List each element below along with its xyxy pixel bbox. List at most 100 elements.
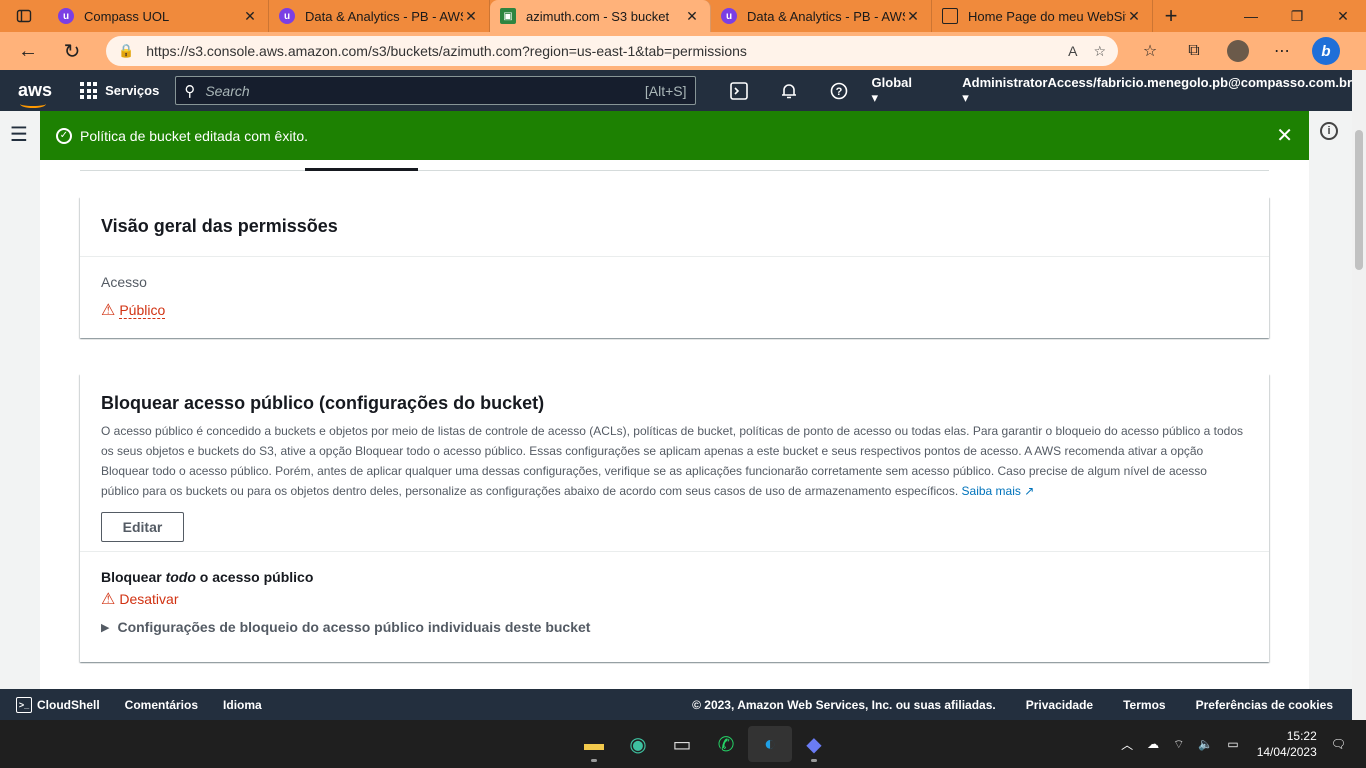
page-scrollbar[interactable] xyxy=(1352,70,1366,720)
file-explorer-icon[interactable]: ▬ xyxy=(572,726,616,762)
cloudshell-icon[interactable] xyxy=(714,81,764,100)
cookie-preferences-link[interactable]: Preferências de cookies xyxy=(1196,698,1333,712)
window-controls: — ❐ ✕ xyxy=(1228,0,1366,32)
whatsapp-icon[interactable]: ✆ xyxy=(704,726,748,762)
search-icon: ⚲ xyxy=(184,82,196,100)
profile-avatar[interactable] xyxy=(1216,40,1260,62)
close-icon[interactable]: ✕ xyxy=(463,8,479,25)
privacy-link[interactable]: Privacidade xyxy=(1026,698,1093,712)
heading-emphasis: todo xyxy=(165,569,196,585)
cloudshell-button[interactable]: >_ CloudShell xyxy=(16,696,100,713)
cloudshell-label: CloudShell xyxy=(37,697,100,712)
restore-icon[interactable]: ❐ xyxy=(1274,0,1320,32)
search-input[interactable]: ⚲ Search [Alt+S] xyxy=(175,76,696,105)
copyright-text: © 2023, Amazon Web Services, Inc. ou sua… xyxy=(692,697,996,712)
close-icon[interactable]: ✕ xyxy=(684,8,700,25)
aws-logo[interactable]: aws xyxy=(0,80,66,108)
windows-taskbar: ▬ ◉ ▭ ✆ ◐ ◆ ︿ ☁ ⌔ 🔈 ▭ 15:22 14/04/2023 🗨 xyxy=(0,720,1366,768)
wifi-icon[interactable]: ⌔ xyxy=(1173,737,1184,752)
region-selector[interactable]: Global ▾ xyxy=(872,75,921,106)
caret-down-icon: ▾ xyxy=(871,90,879,105)
scrollbar-thumb[interactable] xyxy=(1355,130,1363,270)
onedrive-icon[interactable]: ☁ xyxy=(1147,737,1159,751)
page-favicon-icon xyxy=(942,8,958,24)
tab-title: Compass UOL xyxy=(84,8,170,24)
account-menu[interactable]: AdministratorAccess/fabricio.menegolo.pb… xyxy=(962,75,1352,106)
permissions-overview-panel: Visão geral das permissões Acesso ⚠ Públ… xyxy=(80,197,1269,338)
learn-more-link[interactable]: Saiba mais ↗ xyxy=(962,484,1035,498)
bing-chat-icon[interactable]: b xyxy=(1304,37,1348,65)
window-close-icon[interactable]: ✕ xyxy=(1320,0,1366,32)
more-menu-icon[interactable]: ⋯ xyxy=(1260,41,1304,61)
url-text: https://s3.console.aws.amazon.com/s3/buc… xyxy=(146,43,747,59)
access-label: Acesso xyxy=(101,274,147,290)
account-label: AdministratorAccess/fabricio.menegolo.pb… xyxy=(962,75,1352,90)
read-aloud-icon[interactable]: A xyxy=(1068,43,1077,59)
battery-icon[interactable]: ▭ xyxy=(1227,737,1238,751)
hamburger-menu-icon[interactable]: ☰ xyxy=(10,122,28,147)
feedback-link[interactable]: Comentários xyxy=(125,698,198,712)
aws-top-navigation: aws Serviços ⚲ Search [Alt+S] ? Global ▾… xyxy=(0,70,1352,111)
terminal-icon: >_ xyxy=(16,696,32,713)
browser-tab-home-page[interactable]: Home Page do meu WebSite ✕ xyxy=(932,0,1153,32)
close-icon[interactable]: ✕ xyxy=(905,8,921,25)
access-status[interactable]: ⚠ Público xyxy=(101,300,166,320)
svg-text:?: ? xyxy=(835,86,842,98)
browser-tab-compass-uol[interactable]: u Compass UOL ✕ xyxy=(48,0,269,32)
terms-link[interactable]: Termos xyxy=(1123,698,1165,712)
block-all-status: ⚠ Desativar xyxy=(101,589,178,609)
block-public-access-panel: Bloquear acesso público (configurações d… xyxy=(80,374,1269,662)
url-field[interactable]: 🔒 https://s3.console.aws.amazon.com/s3/b… xyxy=(106,36,1118,66)
grid-menu-icon xyxy=(80,82,98,99)
clock[interactable]: 15:22 14/04/2023 xyxy=(1257,728,1317,760)
taskbar-apps: ▬ ◉ ▭ ✆ ◐ ◆ xyxy=(528,726,836,762)
chevron-up-icon[interactable]: ︿ xyxy=(1121,736,1133,753)
help-icon[interactable]: ? xyxy=(814,82,864,100)
windows-start-icon[interactable] xyxy=(528,726,572,762)
close-icon[interactable]: ✕ xyxy=(1126,8,1142,25)
avatar xyxy=(1227,40,1249,62)
lock-icon[interactable]: 🔒 xyxy=(118,43,134,59)
search-shortcut: [Alt+S] xyxy=(644,82,687,99)
tab-actions-icon[interactable] xyxy=(0,0,48,32)
browser-tab-strip: u Compass UOL ✕ u Data & Analytics - PB … xyxy=(0,0,1366,32)
terminal-app-icon[interactable]: ▭ xyxy=(660,726,704,762)
volume-icon[interactable]: 🔈 xyxy=(1198,737,1213,751)
panel-description: O acesso público é concedido a buckets e… xyxy=(101,421,1248,501)
tab-title: azimuth.com - S3 bucket xyxy=(526,8,670,24)
access-value: Público xyxy=(119,301,166,319)
caret-down-icon: ▾ xyxy=(962,90,969,105)
back-arrow-icon[interactable]: ← xyxy=(6,40,50,63)
minimize-icon[interactable]: — xyxy=(1228,0,1274,32)
region-label: Global xyxy=(871,75,912,90)
browser-tab-data-analytics-2[interactable]: u Data & Analytics - PB - AWS ✕ xyxy=(711,0,932,32)
services-menu-button[interactable]: Serviços xyxy=(80,82,159,99)
close-icon[interactable]: ✕ xyxy=(242,8,258,25)
browser-tab-data-analytics-1[interactable]: u Data & Analytics - PB - AWS ✕ xyxy=(269,0,490,32)
bing-logo-icon: b xyxy=(1312,37,1340,65)
edge-browser-icon[interactable]: ◐ xyxy=(748,726,792,762)
block-all-status-value: Desativar xyxy=(119,591,179,607)
browser-tab-s3-bucket[interactable]: ▣ azimuth.com - S3 bucket ✕ xyxy=(490,0,711,32)
learn-more-label: Saiba mais xyxy=(961,484,1021,498)
console-footer: >_ CloudShell Comentários Idioma © 2023,… xyxy=(0,689,1352,720)
app-icon[interactable]: ◆ xyxy=(792,726,836,762)
notification-icon[interactable]: 🗨 xyxy=(1331,737,1346,751)
system-tray: ︿ ☁ ⌔ 🔈 ▭ 15:22 14/04/2023 🗨 xyxy=(1107,720,1346,768)
edit-button[interactable]: Editar xyxy=(101,512,184,542)
individual-settings-expander[interactable]: ▶ Configurações de bloqueio do acesso pú… xyxy=(101,619,1248,635)
warning-icon: ⚠ xyxy=(101,302,116,319)
collections-icon[interactable]: ⧉ xyxy=(1172,42,1216,60)
compass-favicon-icon: u xyxy=(58,8,74,24)
favorites-icon[interactable]: ☆ xyxy=(1128,41,1172,61)
check-circle-icon: ✓ xyxy=(56,127,72,144)
active-tab-indicator xyxy=(305,168,418,171)
info-icon[interactable]: i xyxy=(1320,122,1338,140)
dismiss-close-icon[interactable]: ✕ xyxy=(1276,123,1293,148)
refresh-icon[interactable]: ↻ xyxy=(50,39,94,64)
new-tab-plus-icon[interactable]: + xyxy=(1153,0,1189,32)
add-favorite-icon[interactable]: ☆ xyxy=(1093,43,1106,60)
bell-icon[interactable] xyxy=(764,82,814,100)
language-link[interactable]: Idioma xyxy=(223,698,262,712)
edge-dev-icon[interactable]: ◉ xyxy=(616,726,660,762)
